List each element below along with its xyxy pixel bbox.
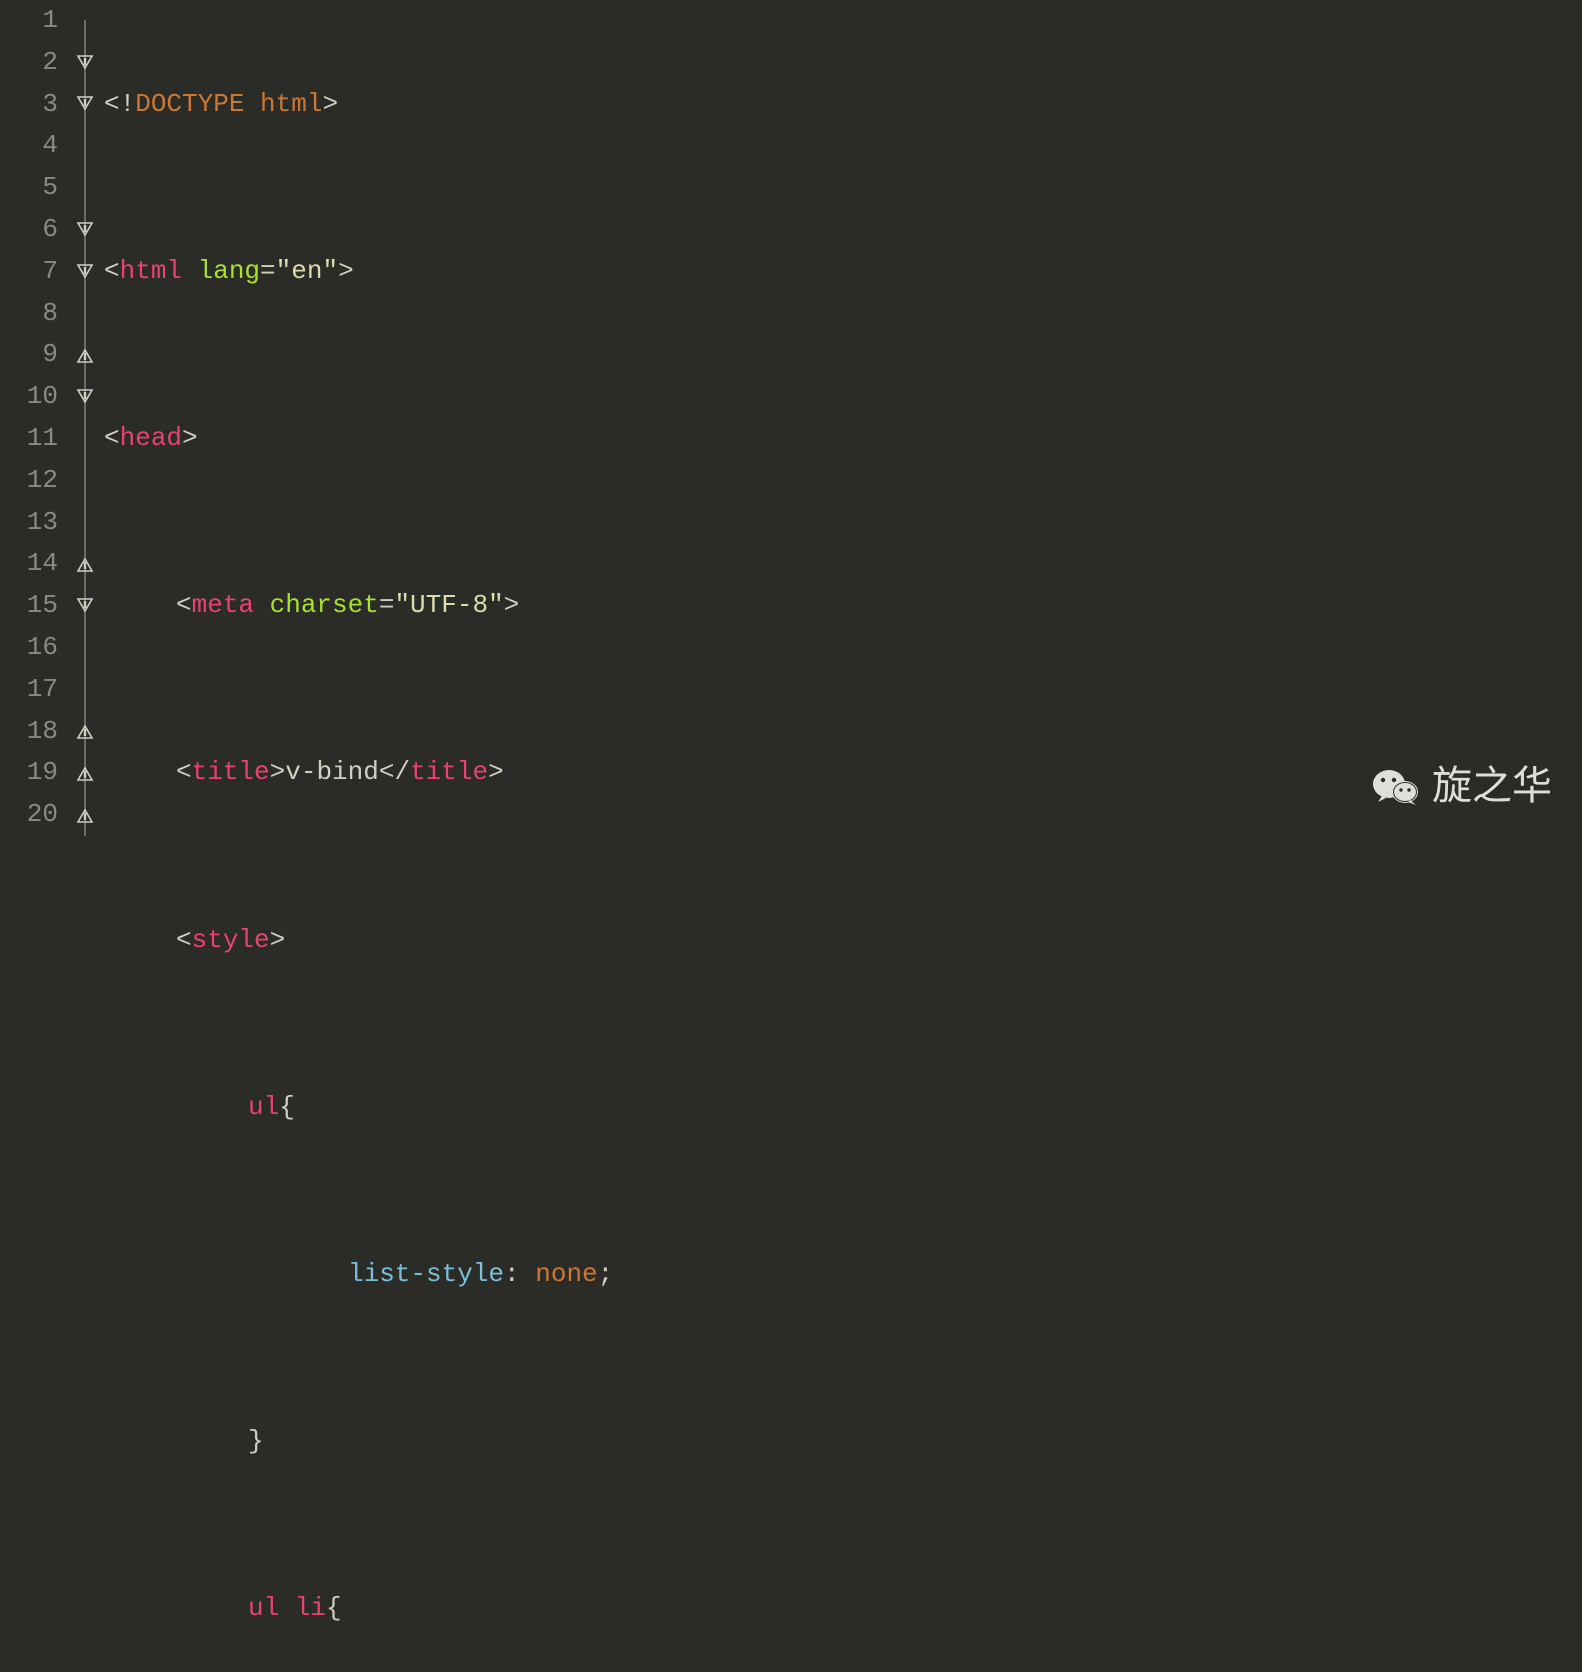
brace: } bbox=[248, 1421, 264, 1463]
css-selector: li bbox=[295, 1588, 326, 1630]
line-number: 9 bbox=[0, 334, 58, 376]
css-property: list-style bbox=[348, 1254, 504, 1296]
punct: </ bbox=[379, 752, 410, 794]
watermark-text: 旋之华 bbox=[1432, 766, 1552, 808]
punct: > bbox=[504, 585, 520, 627]
fold-close-icon[interactable] bbox=[70, 334, 104, 376]
punct: > bbox=[488, 752, 504, 794]
punct: : bbox=[504, 1254, 535, 1296]
code-line[interactable]: <!DOCTYPE html> bbox=[104, 84, 1582, 126]
punct: = bbox=[260, 251, 276, 293]
css-selector: ul bbox=[248, 1087, 279, 1129]
wechat-icon bbox=[1372, 767, 1420, 807]
fold-gutter bbox=[70, 0, 104, 836]
fold-none bbox=[70, 502, 104, 544]
fold-open-icon[interactable] bbox=[70, 42, 104, 84]
fold-none bbox=[70, 669, 104, 711]
watermark: 旋之华 bbox=[1372, 766, 1552, 808]
line-number: 14 bbox=[0, 543, 58, 585]
line-number: 3 bbox=[0, 84, 58, 126]
attr-value: "en" bbox=[276, 251, 338, 293]
css-selector: ul bbox=[248, 1588, 295, 1630]
fold-none bbox=[70, 125, 104, 167]
text-content: v-bind bbox=[285, 752, 379, 794]
punct: > bbox=[270, 920, 286, 962]
fold-open-icon[interactable] bbox=[70, 209, 104, 251]
punct: <! bbox=[104, 84, 135, 126]
css-value: none bbox=[535, 1254, 597, 1296]
code-line[interactable]: <head> bbox=[104, 418, 1582, 460]
line-number: 20 bbox=[0, 794, 58, 836]
fold-open-icon[interactable] bbox=[70, 585, 104, 627]
code-line[interactable]: } bbox=[104, 1421, 1582, 1463]
punct: < bbox=[104, 418, 120, 460]
line-number: 2 bbox=[0, 42, 58, 84]
tag-name: title bbox=[410, 752, 488, 794]
fold-none bbox=[70, 167, 104, 209]
line-number: 1 bbox=[0, 0, 58, 42]
line-number: 10 bbox=[0, 376, 58, 418]
punct: > bbox=[270, 752, 286, 794]
line-number: 12 bbox=[0, 460, 58, 502]
fold-none bbox=[70, 0, 104, 42]
fold-open-icon[interactable] bbox=[70, 376, 104, 418]
code-line[interactable]: list-style: none; bbox=[104, 1254, 1582, 1296]
fold-none bbox=[70, 627, 104, 669]
fold-close-icon[interactable] bbox=[70, 543, 104, 585]
tag-name: title bbox=[192, 752, 270, 794]
line-number: 15 bbox=[0, 585, 58, 627]
doctype-value: html bbox=[260, 84, 322, 126]
punct: < bbox=[176, 585, 192, 627]
code-editor[interactable]: 1 2 3 4 5 6 7 8 9 10 11 12 13 14 15 16 1… bbox=[0, 0, 1582, 836]
brace: { bbox=[326, 1588, 342, 1630]
line-number: 4 bbox=[0, 125, 58, 167]
tag-name: meta bbox=[192, 585, 270, 627]
tag-name: html bbox=[120, 251, 198, 293]
line-number: 11 bbox=[0, 418, 58, 460]
punct: = bbox=[379, 585, 395, 627]
punct: < bbox=[176, 920, 192, 962]
fold-none bbox=[70, 418, 104, 460]
fold-open-icon[interactable] bbox=[70, 251, 104, 293]
punct: > bbox=[322, 84, 338, 126]
line-number: 5 bbox=[0, 167, 58, 209]
punct: < bbox=[104, 251, 120, 293]
tag-name: style bbox=[192, 920, 270, 962]
attr-value: "UTF-8" bbox=[394, 585, 503, 627]
code-line[interactable]: ul li{ bbox=[104, 1588, 1582, 1630]
brace: { bbox=[279, 1087, 295, 1129]
punct: ; bbox=[598, 1254, 614, 1296]
fold-close-icon[interactable] bbox=[70, 752, 104, 794]
line-number: 7 bbox=[0, 251, 58, 293]
line-number-gutter: 1 2 3 4 5 6 7 8 9 10 11 12 13 14 15 16 1… bbox=[0, 0, 70, 836]
code-line[interactable]: <style> bbox=[104, 920, 1582, 962]
line-number: 13 bbox=[0, 502, 58, 544]
fold-none bbox=[70, 293, 104, 335]
fold-open-icon[interactable] bbox=[70, 84, 104, 126]
punct: > bbox=[182, 418, 198, 460]
code-line[interactable]: <title>v-bind</title> bbox=[104, 752, 1582, 794]
code-line[interactable]: <meta charset="UTF-8"> bbox=[104, 585, 1582, 627]
line-number: 18 bbox=[0, 711, 58, 753]
line-number: 8 bbox=[0, 293, 58, 335]
tag-name: head bbox=[120, 418, 182, 460]
code-area[interactable]: <!DOCTYPE html> <html lang="en"> <head> … bbox=[104, 0, 1582, 836]
attr-name: lang bbox=[198, 251, 260, 293]
fold-close-icon[interactable] bbox=[70, 711, 104, 753]
code-line[interactable]: <html lang="en"> bbox=[104, 251, 1582, 293]
punct: < bbox=[176, 752, 192, 794]
attr-name: charset bbox=[270, 585, 379, 627]
line-number: 6 bbox=[0, 209, 58, 251]
doctype-keyword: DOCTYPE bbox=[135, 84, 260, 126]
line-number: 16 bbox=[0, 627, 58, 669]
punct: > bbox=[338, 251, 354, 293]
code-line[interactable]: ul{ bbox=[104, 1087, 1582, 1129]
line-number: 17 bbox=[0, 669, 58, 711]
fold-none bbox=[70, 460, 104, 502]
fold-close-icon[interactable] bbox=[70, 794, 104, 836]
line-number: 19 bbox=[0, 752, 58, 794]
